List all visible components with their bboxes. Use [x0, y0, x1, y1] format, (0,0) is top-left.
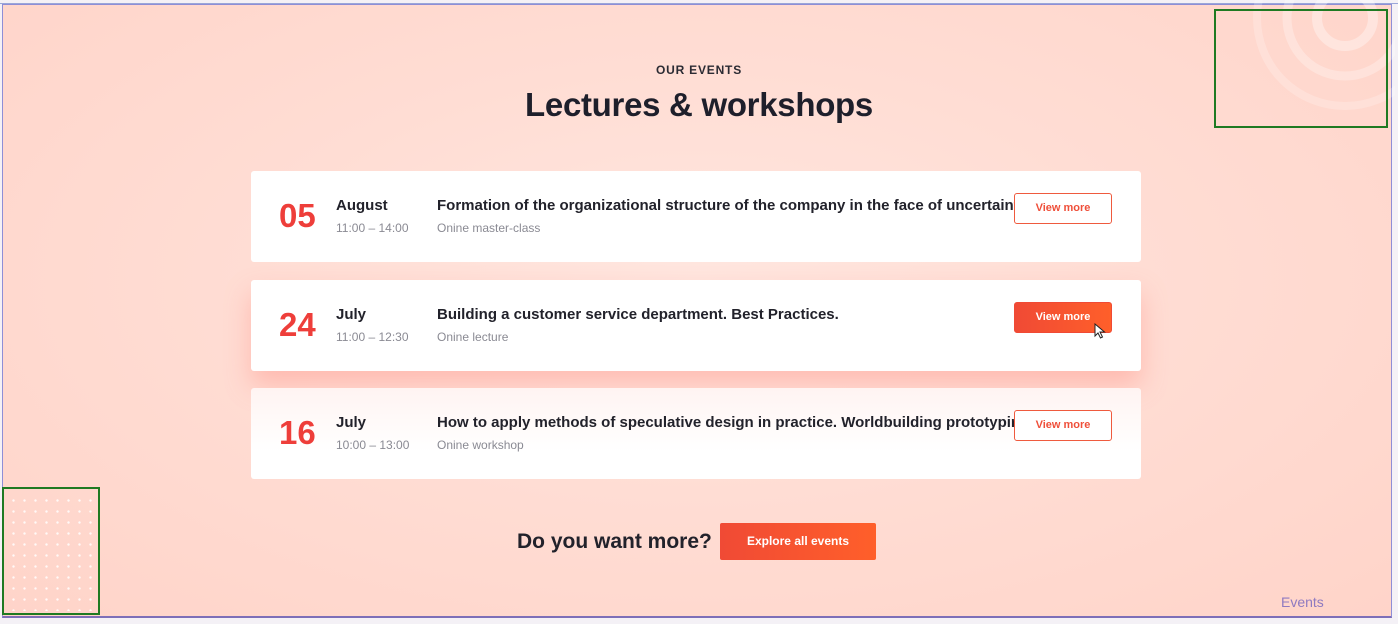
event-time: 11:00 – 14:00 — [336, 221, 409, 235]
event-time: 11:00 – 12:30 — [336, 330, 409, 344]
event-month: August — [336, 197, 388, 214]
event-day: 24 — [279, 306, 316, 343]
section-eyebrow: OUR EVENTS — [655, 63, 742, 77]
event-card: 24 July 11:00 – 12:30 Building a custome… — [251, 280, 1141, 371]
event-type: Onine lecture — [437, 330, 509, 344]
highlight-box-bottom-left — [2, 487, 100, 615]
event-type: Onine workshop — [437, 438, 524, 452]
view-more-button[interactable]: View more — [1014, 410, 1112, 441]
section-title: Lectures & workshops — [525, 86, 873, 123]
event-month: July — [336, 414, 367, 431]
event-title: How to apply methods of speculative desi… — [437, 414, 1034, 431]
cta-prompt: Do you want more? — [517, 530, 712, 553]
event-title: Formation of the organizational structur… — [437, 197, 1031, 214]
event-type: Onine master-class — [437, 221, 541, 235]
explore-all-events-button[interactable]: Explore all events — [720, 523, 876, 560]
view-more-button[interactable]: View more — [1014, 193, 1112, 224]
event-card: 16 July 10:00 – 13:00 How to apply metho… — [251, 388, 1141, 479]
mouse-cursor-icon — [1094, 322, 1106, 344]
event-month: July — [336, 306, 367, 323]
event-card: 05 August 11:00 – 14:00 Formation of the… — [251, 171, 1141, 262]
event-day: 16 — [279, 414, 316, 451]
event-day: 05 — [279, 197, 316, 234]
event-time: 10:00 – 13:00 — [336, 438, 410, 452]
frame-label: Events — [1281, 594, 1324, 610]
event-title: Building a customer service department. … — [437, 306, 839, 323]
